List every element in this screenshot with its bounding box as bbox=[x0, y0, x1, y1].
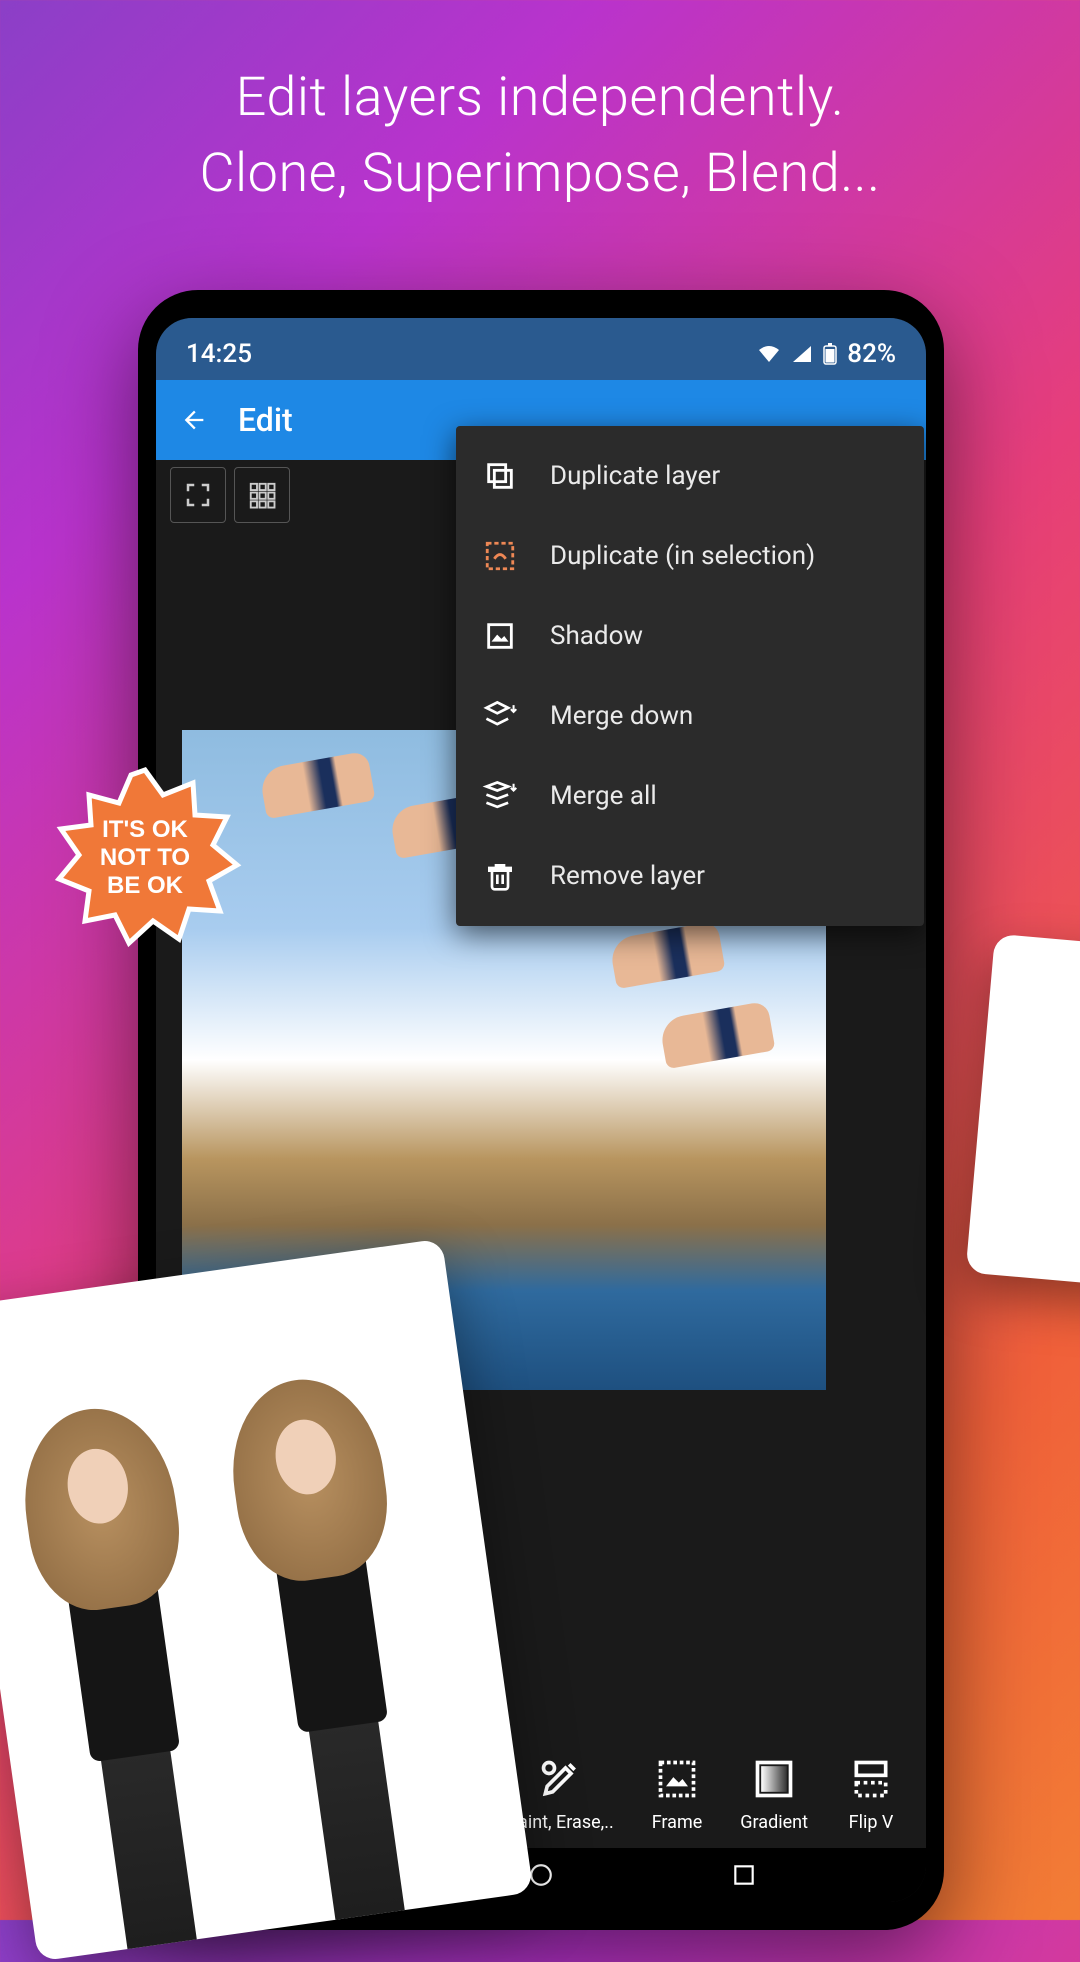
signal-icon bbox=[791, 344, 813, 364]
wifi-icon bbox=[757, 344, 781, 364]
selection-icon bbox=[480, 536, 520, 576]
menu-duplicate-selection[interactable]: Duplicate (in selection) bbox=[456, 516, 924, 596]
menu-remove-layer[interactable]: Remove layer bbox=[456, 836, 924, 916]
tool-gradient[interactable]: Gradient bbox=[740, 1754, 808, 1833]
menu-label: Remove layer bbox=[550, 861, 705, 891]
layer-context-menu: Duplicate layer Duplicate (in selection)… bbox=[456, 426, 924, 926]
fullscreen-button[interactable] bbox=[170, 467, 226, 523]
menu-merge-down[interactable]: Merge down bbox=[456, 676, 924, 756]
paint-icon bbox=[535, 1754, 585, 1804]
menu-label: Merge down bbox=[550, 701, 693, 731]
status-time: 14:25 bbox=[186, 339, 252, 369]
menu-label: Duplicate (in selection) bbox=[550, 541, 815, 571]
tool-label: Gradient bbox=[740, 1812, 808, 1833]
grid-button[interactable] bbox=[234, 467, 290, 523]
photo-collage-card bbox=[0, 1238, 533, 1961]
tool-frame[interactable]: Frame bbox=[652, 1754, 703, 1833]
merge-down-icon bbox=[480, 696, 520, 736]
menu-label: Duplicate layer bbox=[550, 461, 720, 491]
status-bar: 14:25 82% bbox=[156, 318, 926, 380]
back-icon[interactable] bbox=[180, 406, 208, 434]
svg-text:NOT TO: NOT TO bbox=[100, 844, 190, 871]
tool-label: Frame bbox=[652, 1812, 703, 1833]
marketing-line1: Edit layers independently. bbox=[80, 60, 1000, 136]
merge-all-icon bbox=[480, 776, 520, 816]
frame-icon bbox=[652, 1754, 702, 1804]
status-right: 82% bbox=[757, 339, 896, 369]
tool-flip-v[interactable]: Flip V bbox=[846, 1754, 896, 1833]
flip-v-icon bbox=[846, 1754, 896, 1804]
sticker-badge: IT'S OK NOT TO BE OK bbox=[45, 755, 245, 955]
svg-text:BE OK: BE OK bbox=[107, 872, 184, 899]
nav-recent-icon[interactable] bbox=[731, 1862, 757, 1888]
tool-label: Flip V bbox=[849, 1812, 894, 1833]
menu-merge-all[interactable]: Merge all bbox=[456, 756, 924, 836]
battery-percent: 82% bbox=[847, 339, 896, 369]
svg-text:IT'S OK: IT'S OK bbox=[102, 816, 188, 843]
gradient-icon bbox=[749, 1754, 799, 1804]
menu-duplicate-layer[interactable]: Duplicate layer bbox=[456, 436, 924, 516]
menu-label: Shadow bbox=[550, 621, 643, 651]
menu-label: Merge all bbox=[550, 781, 657, 811]
side-photo-card bbox=[965, 934, 1080, 1287]
marketing-line2: Clone, Superimpose, Blend... bbox=[80, 136, 1000, 212]
trash-icon bbox=[480, 856, 520, 896]
duplicate-icon bbox=[480, 456, 520, 496]
menu-shadow[interactable]: Shadow bbox=[456, 596, 924, 676]
marketing-headline: Edit layers independently. Clone, Superi… bbox=[0, 0, 1080, 211]
shadow-icon bbox=[480, 616, 520, 656]
battery-icon bbox=[823, 343, 837, 365]
app-title: Edit bbox=[238, 401, 293, 439]
nav-home-icon[interactable] bbox=[528, 1862, 554, 1888]
